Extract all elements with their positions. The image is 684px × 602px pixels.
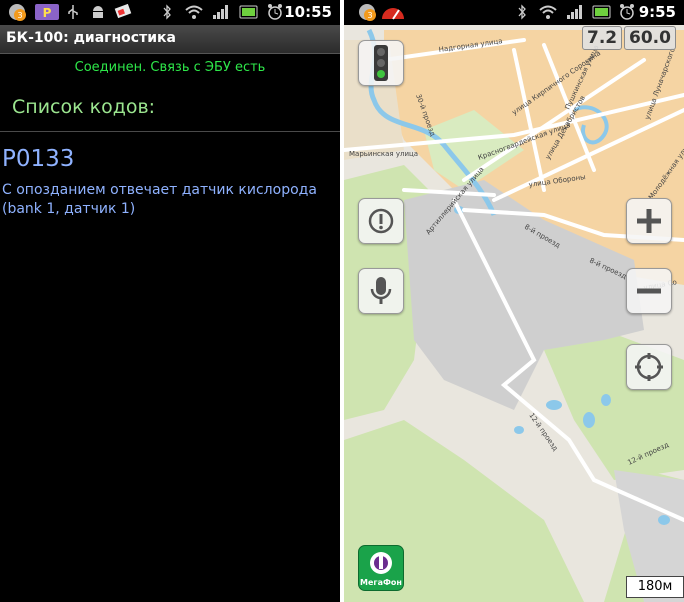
codes-heading: Список кодов: [12,96,156,118]
traffic-button[interactable] [358,40,404,86]
locate-me-button[interactable] [626,344,672,390]
app-title: БК-100: диагностика [6,30,176,46]
battery-icon [239,3,259,21]
error-description: С опозданием отвечает датчик кислорода (… [2,182,317,217]
right-screen: Надгорная улица улица Кирпичного Сорокин… [344,0,684,602]
gps-flag-icon [114,3,134,21]
svg-text:3: 3 [17,11,22,20]
connection-status: Соединен. Связь с ЭБУ есть [74,60,266,75]
current-speed: 7.2 [582,26,623,50]
signal-icon [566,3,584,21]
svg-text:3: 3 [367,11,372,20]
voice-search-button[interactable] [358,268,404,314]
parking-icon[interactable]: P [34,3,60,21]
zoom-out-button[interactable] [626,268,672,314]
alert-icon [368,208,394,234]
status-clock: 10:55 [284,3,332,21]
speed-limit: 60.0 [624,26,676,50]
alarm-icon [266,3,284,21]
zoom-in-button[interactable] [626,198,672,244]
map-scale: 180м [626,576,684,598]
gps-locate-icon [635,353,663,381]
speedometer-icon[interactable] [380,3,406,21]
notification-badge-icon[interactable]: 3 [7,3,27,21]
app-title-bar: БК-100: диагностика [0,25,340,54]
status-bar: 3 9:55 [344,0,684,25]
bluetooth-icon [516,3,528,21]
wifi-icon [538,3,558,21]
bluetooth-icon [161,3,173,21]
error-code: P0133 [2,146,75,172]
divider [0,131,340,132]
wifi-icon [184,3,204,21]
usb-icon [66,3,80,21]
android-debug-icon [90,3,106,21]
notification-badge-icon[interactable]: 3 [357,3,377,21]
battery-icon [592,3,612,21]
microphone-icon [370,277,392,304]
megafon-logo-text: МегаФон [360,578,402,587]
megafon-symbol-icon [370,552,392,574]
alarm-icon [618,3,636,21]
street-label: Марьинская улица [349,150,418,158]
report-incident-button[interactable] [358,198,404,244]
status-bar: 3 P 10:55 [0,0,340,25]
traffic-light-icon [374,45,388,81]
megafon-logo[interactable]: МегаФон [358,545,404,591]
status-clock: 9:55 [638,3,676,21]
left-screen: 3 P 10:55 БК-100: диагностика Соединен. … [0,0,340,602]
svg-text:P: P [43,6,52,20]
signal-icon [212,3,230,21]
zoom-in-icon [637,209,661,233]
zoom-out-icon [637,288,661,294]
